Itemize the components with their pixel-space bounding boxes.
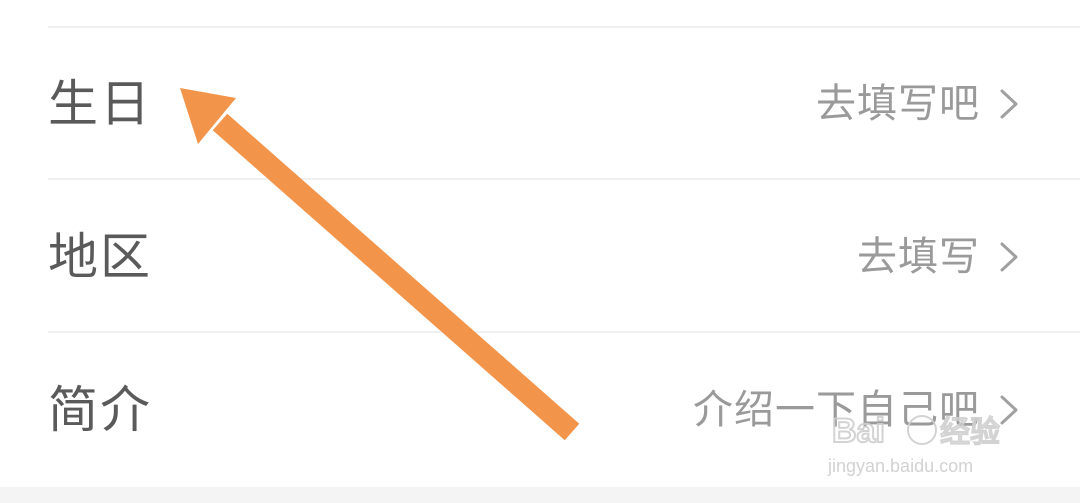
row-value-intro: 介绍一下自己吧 bbox=[693, 387, 980, 433]
settings-row-intro[interactable]: 简介 介绍一下自己吧 bbox=[0, 334, 1080, 486]
profile-settings-page: 生日 去填写吧 地区 去填写 简介 介绍一下自己吧 Bai 经验 jingyan… bbox=[0, 0, 1080, 503]
row-label-birthday: 生日 bbox=[48, 75, 152, 133]
chevron-right-icon bbox=[1000, 242, 1018, 272]
row-label-intro: 简介 bbox=[48, 381, 152, 439]
row-value-region-wrap[interactable]: 去填写 bbox=[857, 237, 1022, 277]
row-value-birthday-wrap[interactable]: 去填写吧 bbox=[816, 84, 1022, 124]
bottom-band bbox=[0, 487, 1080, 503]
row-divider bbox=[48, 331, 1080, 333]
row-value-intro-wrap[interactable]: 介绍一下自己吧 bbox=[693, 390, 1022, 430]
row-value-birthday: 去填写吧 bbox=[816, 81, 980, 127]
settings-row-birthday[interactable]: 生日 去填写吧 bbox=[0, 28, 1080, 180]
chevron-right-icon bbox=[1000, 89, 1018, 119]
row-value-region: 去填写 bbox=[857, 234, 980, 280]
row-divider bbox=[48, 178, 1080, 180]
row-label-region: 地区 bbox=[48, 228, 152, 286]
chevron-right-icon bbox=[1000, 395, 1018, 425]
settings-row-region[interactable]: 地区 去填写 bbox=[0, 181, 1080, 333]
